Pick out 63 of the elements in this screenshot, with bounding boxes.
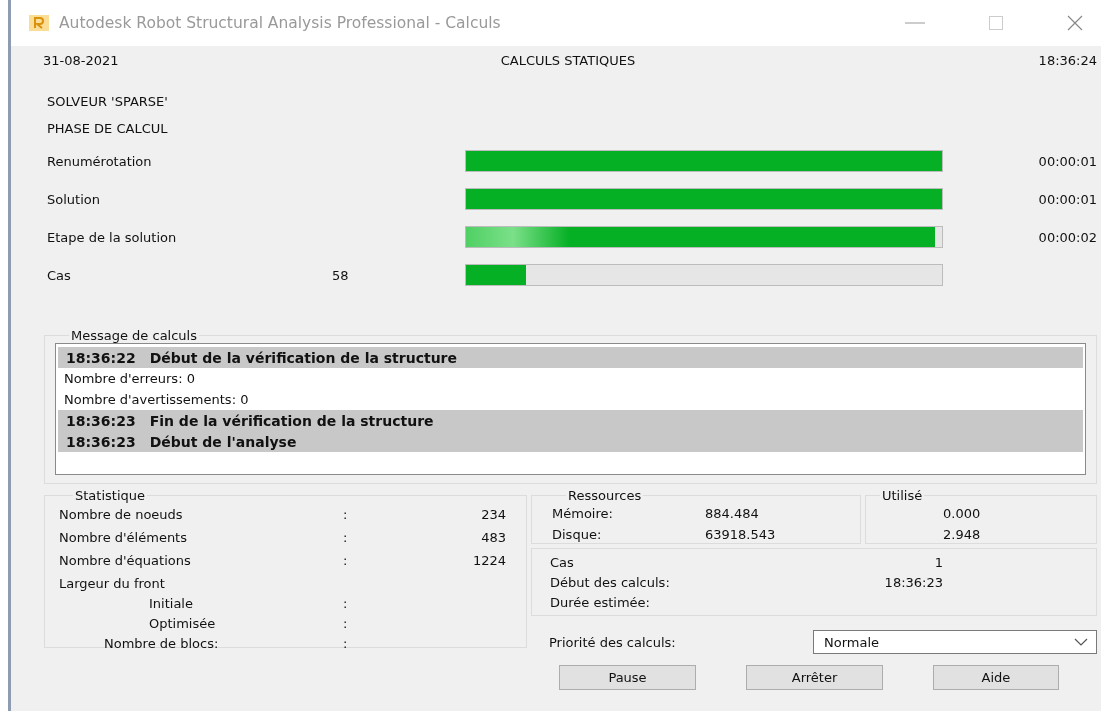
elapsed-time: 00:00:02 — [1038, 229, 1097, 245]
case-value: 1 — [934, 555, 943, 570]
dialog-button[interactable]: Arrêter — [746, 665, 883, 690]
case-count: 58 — [332, 267, 349, 283]
solver-label: SOLVEUR 'SPARSE' — [47, 94, 169, 109]
app-logo-icon — [29, 15, 49, 31]
elapsed-time: 00:00:01 — [1038, 153, 1097, 169]
message-text: Fin de la vérification de la structure — [149, 412, 434, 429]
case-value: 18:36:23 — [884, 575, 943, 590]
priority-dropdown[interactable]: Normale — [813, 630, 1097, 654]
group-title: Message de calculs — [70, 328, 198, 343]
chevron-down-icon — [1074, 638, 1088, 646]
window-title: Autodesk Robot Structural Analysis Professional - Calculs — [59, 14, 501, 32]
dialog-button[interactable]: Aide — [933, 665, 1059, 690]
stage-label: Etape de la solution — [47, 229, 178, 245]
case-label: Début des calculs: — [550, 575, 670, 590]
message-text: Nombre d'avertissements: 0 — [64, 392, 249, 407]
group-title: Ressources — [567, 488, 643, 503]
elapsed-time: 00:00:01 — [1038, 191, 1097, 207]
stat-separator: : — [343, 616, 348, 631]
close-icon[interactable] — [1067, 15, 1083, 31]
resource-value: 884.484 — [705, 505, 759, 523]
stat-separator: : — [343, 596, 348, 611]
used-value: 2.948 — [943, 527, 981, 542]
stat-label: Nombre d'équations — [59, 553, 191, 568]
stat-label: Nombre de blocs: — [104, 636, 219, 651]
stage-label: Renumérotation — [47, 153, 153, 169]
message-text: Début de l'analyse — [149, 433, 297, 450]
resource-value: 63918.543 — [705, 526, 776, 544]
message-time: 18:36:23 — [66, 412, 136, 429]
stat-separator: : — [343, 530, 348, 545]
minimize-icon[interactable] — [905, 22, 925, 24]
stat-label: Largeur du front — [59, 576, 165, 591]
date-label: 31-08-2021 — [43, 52, 119, 68]
stat-separator: : — [343, 636, 348, 651]
phase-label: PHASE DE CALCUL — [47, 121, 169, 136]
stage-label: Solution — [47, 191, 101, 207]
calculation-title: CALCULS STATIQUES — [500, 52, 636, 68]
dialog-button[interactable]: Pause — [559, 665, 696, 690]
maximize-icon[interactable] — [989, 16, 1003, 30]
group-title: Statistique — [74, 488, 146, 503]
stat-label: Initiale — [149, 596, 193, 611]
stat-label: Nombre d'éléments — [59, 530, 187, 545]
message-time: 18:36:22 — [66, 349, 136, 366]
stat-label: Optimisée — [149, 616, 216, 631]
clock-time: 18:36:24 — [1038, 52, 1097, 68]
stat-label: Nombre de noeuds — [59, 507, 183, 522]
stat-separator: : — [343, 553, 348, 568]
stat-value: 1224 — [472, 553, 506, 568]
priority-label: Priorité des calculs: — [549, 634, 677, 650]
group-title: Utilisé — [881, 488, 924, 503]
resource-label: Mémoire: — [552, 506, 613, 521]
message-time: 18:36:23 — [66, 433, 136, 450]
stat-value: 483 — [481, 530, 506, 545]
case-label: Cas — [550, 555, 574, 570]
case-label: Durée estimée: — [550, 595, 650, 610]
used-value: 0.000 — [943, 506, 981, 521]
stage-label: Cas — [47, 267, 72, 283]
stat-value: 234 — [481, 507, 506, 522]
message-text: Nombre d'erreurs: 0 — [64, 371, 195, 386]
stat-separator: : — [343, 507, 348, 522]
message-text: Début de la vérification de la structure — [149, 349, 457, 366]
resource-label: Disque: — [552, 527, 602, 542]
